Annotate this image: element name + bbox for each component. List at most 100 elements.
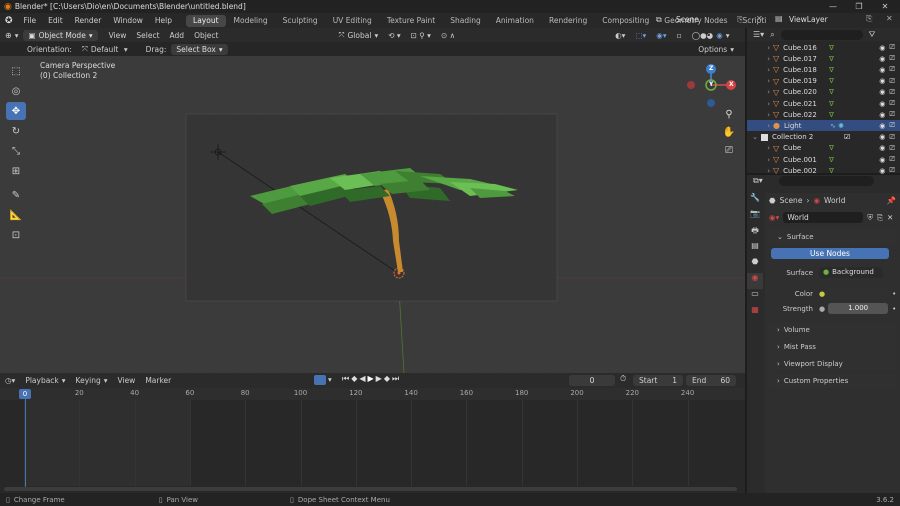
visibility-eye-icon[interactable]: ◉ xyxy=(879,88,885,96)
menu-view[interactable]: View xyxy=(104,31,132,40)
annotate-tool-icon[interactable]: ✎ xyxy=(6,186,26,204)
playhead-line[interactable] xyxy=(24,399,26,487)
surface-panel-header[interactable]: ⌄ Surface xyxy=(769,229,896,244)
outliner-collection-row[interactable]: ⌄ Collection 2 ☑ ◉ ⎚ xyxy=(747,132,900,143)
cursor-tool-icon[interactable]: ◎ xyxy=(6,82,26,100)
tab-sculpting[interactable]: Sculpting xyxy=(276,15,325,27)
outliner-object-row[interactable]: › ● Light ∿ ✺ ◉ ⎚ xyxy=(747,120,900,132)
outliner-filter-icon[interactable]: ⌕ xyxy=(770,30,774,40)
output-tab-icon[interactable]: 🖶 xyxy=(747,225,763,241)
maximize-button[interactable]: ❐ xyxy=(846,0,872,13)
outliner-object-row[interactable]: › ▽ Cube.022 ∇ ◉ ⎚ xyxy=(747,109,900,120)
scale-tool-icon[interactable]: ⤡ xyxy=(6,142,26,160)
visibility-eye-icon[interactable]: ◉ xyxy=(879,111,885,119)
view-layer-new-icon[interactable]: ⎘ xyxy=(866,14,872,24)
mode-dropdown[interactable]: ▣ Object Mode ▾ xyxy=(23,29,98,41)
outliner-search-input[interactable] xyxy=(780,29,863,40)
surface-shader-field[interactable]: ● Background xyxy=(819,267,883,278)
outliner-object-row[interactable]: › ▽ Cube.020 ∇ ◉ ⎚ xyxy=(747,87,900,98)
properties-editor-type-icon[interactable]: ⧉▾ xyxy=(753,176,763,186)
view-layer-delete-icon[interactable]: ✕ xyxy=(886,14,893,23)
world-datablock-icon[interactable]: ◉▾ xyxy=(769,213,779,222)
timeline-editor-type-icon[interactable]: ◷▾ xyxy=(0,376,20,385)
stopwatch-icon[interactable]: ⏱ xyxy=(620,374,626,384)
visibility-eye-icon[interactable]: ◉ xyxy=(879,122,885,130)
visibility-eye-icon[interactable]: ◉ xyxy=(879,77,885,85)
outliner-object-row[interactable]: › ▽ Cube.021 ∇ ◉ ⎚ xyxy=(747,98,900,109)
render-camera-icon[interactable]: ⎚ xyxy=(889,110,895,119)
outliner-object-row[interactable]: › ▽ Cube.001 ∇ ◉ ⎚ xyxy=(747,154,900,165)
start-frame-field[interactable]: Start 1 xyxy=(633,375,683,386)
render-camera-icon[interactable]: ⎚ xyxy=(889,155,895,164)
auto-keying-icon[interactable] xyxy=(314,375,326,385)
collection-checkbox[interactable]: ☑ xyxy=(844,133,850,141)
viewport-display-panel-header[interactable]: › Viewport Display xyxy=(769,356,896,371)
select-box-tool-icon[interactable]: ⬚ xyxy=(6,62,26,80)
volume-panel-header[interactable]: › Volume xyxy=(769,322,896,337)
playhead-frame-label[interactable]: 0 xyxy=(19,389,31,399)
render-camera-icon[interactable]: ⎚ xyxy=(889,88,895,97)
render-camera-icon[interactable]: ⎚ xyxy=(889,77,895,86)
menu-render[interactable]: Render xyxy=(69,16,108,25)
render-tab-icon[interactable]: 📷 xyxy=(747,209,763,225)
scene-tab-icon[interactable]: ⬣ xyxy=(747,257,763,273)
tool-tab-icon[interactable]: 🔧 xyxy=(747,193,763,209)
visibility-icon[interactable]: ◐▾ xyxy=(610,31,630,40)
editor-type-button[interactable]: ⊕ ▾ xyxy=(0,31,23,40)
scene-new-icon[interactable]: ⎘ xyxy=(737,15,743,25)
fake-user-icon[interactable]: ⛨ xyxy=(867,213,873,223)
camera-view-icon[interactable]: ⎚ xyxy=(721,145,737,163)
expand-arrow-icon[interactable]: › xyxy=(747,111,773,119)
menu-edit[interactable]: Edit xyxy=(42,16,69,25)
zoom-icon[interactable]: ⚲ xyxy=(721,109,737,127)
world-tab-icon[interactable]: ◉ xyxy=(747,273,763,289)
measure-tool-icon[interactable]: 📐 xyxy=(6,206,26,224)
menu-marker[interactable]: Marker xyxy=(140,376,176,385)
menu-view-timeline[interactable]: View xyxy=(113,376,141,385)
texture-tab-icon[interactable]: ▦ xyxy=(747,305,763,321)
render-camera-icon[interactable]: ⎚ xyxy=(889,166,895,175)
use-nodes-button[interactable]: Use Nodes xyxy=(771,248,889,259)
visibility-eye-icon[interactable]: ◉ xyxy=(879,100,885,108)
options-dropdown[interactable]: Options ▾ xyxy=(693,45,739,54)
minimize-button[interactable]: — xyxy=(820,0,846,13)
render-camera-icon[interactable]: ⎚ xyxy=(889,54,895,63)
expand-arrow-icon[interactable]: › xyxy=(747,44,773,52)
overlay-toggle-icon[interactable]: ◉▾ xyxy=(651,31,671,40)
xray-icon[interactable]: ▫ xyxy=(672,31,687,40)
timeline-scrollbar[interactable] xyxy=(4,487,737,491)
view-layer-tab-icon[interactable]: ▤ xyxy=(747,241,763,257)
outliner-funnel-icon[interactable]: ⛛ xyxy=(869,30,876,40)
proportional-edit-icon[interactable]: ⊙ ∧ xyxy=(436,31,460,40)
outliner-object-row[interactable]: › ▽ Cube.019 ∇ ◉ ⎚ xyxy=(747,76,900,87)
duplicate-icon[interactable]: ⎘ xyxy=(877,213,883,223)
close-button[interactable]: ✕ xyxy=(872,0,898,13)
render-camera-icon[interactable]: ⎚ xyxy=(889,121,895,130)
blender-menu-icon[interactable]: ✪ xyxy=(0,16,18,26)
expand-arrow-icon[interactable]: ⌄ xyxy=(747,133,761,141)
add-cube-tool-icon[interactable]: ⊡ xyxy=(6,226,26,244)
move-tool-icon[interactable]: ✥ xyxy=(6,102,26,120)
current-frame-field[interactable]: 0 xyxy=(569,375,615,386)
drag-dropdown[interactable]: Select Box ▾ xyxy=(171,43,228,55)
expand-arrow-icon[interactable]: › xyxy=(747,77,773,85)
unlink-icon[interactable]: ✕ xyxy=(887,213,893,222)
snap-icon[interactable]: ⊡ ⚲ ▾ xyxy=(406,31,436,40)
menu-playback[interactable]: Playback ▾ xyxy=(20,376,70,385)
transform-tool-icon[interactable]: ⊞ xyxy=(6,162,26,180)
strength-field[interactable]: 1.000 xyxy=(828,303,889,314)
orientation-dropdown[interactable]: ⤧ Default ▾ xyxy=(77,44,133,54)
timeline-area[interactable]: 020406080100120140160180200220240 0 xyxy=(0,388,745,493)
scene-delete-icon[interactable]: ✕ xyxy=(756,14,763,23)
expand-arrow-icon[interactable]: › xyxy=(747,144,773,152)
outliner-object-row[interactable]: › ▽ Cube ∇ ◉ ⎚ xyxy=(747,143,900,154)
menu-select[interactable]: Select xyxy=(131,31,164,40)
render-camera-icon[interactable]: ⎚ xyxy=(889,65,895,74)
pivot-icon[interactable]: ⟲ ▾ xyxy=(383,31,405,40)
keying-set-chevron-icon[interactable]: ▾ xyxy=(328,375,332,384)
world-name-field[interactable]: World xyxy=(783,212,864,223)
expand-arrow-icon[interactable]: › xyxy=(747,167,773,175)
pan-hand-icon[interactable]: ✋ xyxy=(721,127,737,145)
visibility-eye-icon[interactable]: ◉ xyxy=(879,133,885,141)
scene-name[interactable]: Scene xyxy=(676,15,699,24)
